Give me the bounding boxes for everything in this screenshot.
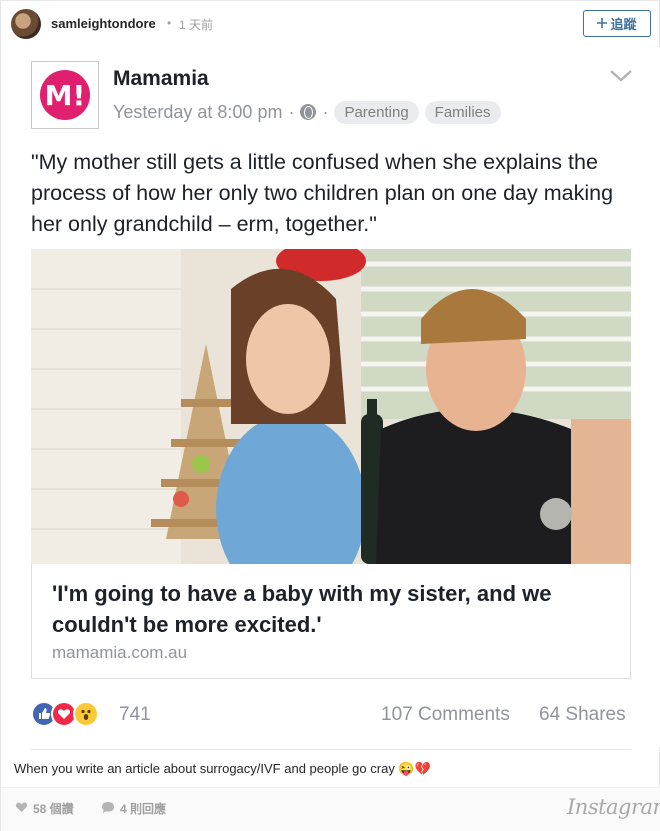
comments-stat[interactable]: 4 則回應 [101, 800, 166, 817]
heart-icon [15, 801, 28, 816]
likes-count: 58 個讚 [33, 802, 74, 816]
fb-post-meta: Yesterday at 8:00 pm · · Parenting Famil… [113, 99, 501, 125]
article-photo [31, 249, 631, 564]
tag-families: Families [424, 100, 501, 124]
wow-reaction-icon [73, 701, 99, 727]
article-title: 'I'm going to have a baby with my sister… [52, 581, 552, 637]
logo-mark: M! [40, 70, 90, 120]
fb-page-name: Mamamia [113, 67, 209, 90]
post-time[interactable]: 1 天前 [179, 16, 213, 33]
fb-comment-count: 107 Comments [381, 704, 510, 725]
post-header: samleightondore • 1 天前 追蹤 [1, 1, 660, 47]
mamamia-logo: M! [31, 61, 99, 129]
follow-button[interactable]: 追蹤 [583, 10, 651, 37]
fb-post-text: "My mother still gets a little confused … [31, 150, 614, 236]
article-link-card[interactable]: 'I'm going to have a baby with my sister… [31, 564, 631, 679]
tag-parenting: Parenting [334, 100, 419, 124]
post-footer: 58 個讚 4 則回應 Instagram [1, 787, 660, 831]
comments-count: 4 則回應 [120, 802, 167, 816]
fb-share-count: 64 Shares [539, 704, 626, 725]
instagram-embed: samleightondore • 1 天前 追蹤 M! Mamamia Yes… [0, 0, 660, 831]
follow-label: 追蹤 [610, 17, 637, 32]
avatar[interactable] [11, 9, 41, 39]
globe-icon [300, 104, 317, 120]
plus-icon [597, 16, 608, 31]
couple-photo-illustration [31, 249, 631, 564]
likes-stat[interactable]: 58 個讚 [15, 800, 74, 817]
header-separator: • [167, 16, 172, 30]
reactions-bar: 741 107 Comments 64 Shares [31, 699, 631, 731]
fb-divider [31, 749, 631, 750]
article-domain: mamamia.com.au [52, 643, 188, 662]
username-link[interactable]: samleightondore [51, 16, 156, 31]
instagram-logo[interactable]: Instagram [567, 795, 660, 819]
comment-bubble-icon [101, 801, 115, 817]
fb-post-time: Yesterday at 8:00 pm [113, 101, 283, 122]
post-caption: When you write an article about surrogac… [14, 761, 431, 776]
chevron-down-icon [610, 70, 632, 82]
reaction-count: 741 [119, 704, 151, 725]
meta-separator-1: · [288, 101, 295, 122]
post-photo[interactable]: M! Mamamia Yesterday at 8:00 pm · · Pare… [1, 47, 660, 750]
meta-separator-2: · [322, 101, 329, 122]
